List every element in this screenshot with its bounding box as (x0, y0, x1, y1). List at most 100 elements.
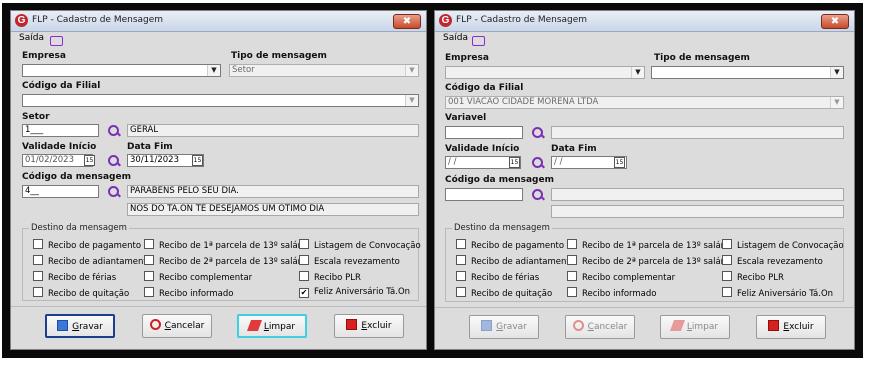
codigo-mensagem-input[interactable] (445, 188, 523, 201)
menu-saida[interactable]: Saída (443, 33, 468, 43)
checkbox-recibo-plr[interactable]: Recibo PLR (722, 271, 784, 283)
checkbox-recibo-adiantamento[interactable]: Recibo de adiantamento (456, 255, 575, 267)
checkbox-box[interactable] (722, 287, 732, 297)
chevron-down-icon[interactable]: ▼ (830, 67, 843, 78)
checkbox-box[interactable] (33, 287, 43, 297)
checkbox-recibo-2a-parcela[interactable]: Recibo de 2ª parcela de 13º salário (567, 255, 732, 267)
checkbox-recibo-quitacao[interactable]: Recibo de quitação (33, 287, 129, 299)
chevron-down-icon[interactable]: ▼ (830, 97, 843, 108)
mensagem-line-2[interactable] (551, 205, 844, 218)
chevron-down-icon[interactable]: ▼ (631, 67, 644, 78)
data-fim-label: Data Fim (551, 144, 597, 154)
checkbox-box[interactable] (456, 271, 466, 281)
setor-code-input[interactable]: 1___ (22, 124, 99, 137)
chevron-down-icon[interactable]: ▼ (405, 95, 418, 106)
checkbox-recibo-ferias[interactable]: Recibo de férias (33, 271, 116, 283)
close-button[interactable]: ✖ (393, 14, 421, 29)
checkbox-box[interactable] (299, 255, 309, 265)
tipo-mensagem-select[interactable]: Setor ▼ (229, 64, 419, 77)
checkmark-icon[interactable]: ✔ (299, 288, 309, 298)
app-logo-icon: G (15, 14, 28, 27)
menu-saida[interactable]: Saída (19, 33, 44, 43)
checkbox-box[interactable] (144, 239, 154, 249)
exit-icon[interactable] (472, 36, 485, 46)
checkbox-recibo-pagamento[interactable]: Recibo de pagamento (33, 239, 141, 251)
search-icon[interactable] (532, 189, 545, 201)
checkbox-box[interactable] (144, 287, 154, 297)
cancelar-button[interactable]: Cancelar (565, 315, 635, 339)
search-icon[interactable] (108, 186, 121, 198)
checkbox-box[interactable] (144, 255, 154, 265)
cancelar-button[interactable]: Cancelar (142, 314, 212, 338)
checkbox-recibo-ferias[interactable]: Recibo de férias (456, 271, 539, 283)
variavel-input[interactable] (445, 126, 523, 139)
checkbox-box[interactable] (567, 287, 577, 297)
trash-icon (346, 319, 358, 330)
checkbox-box[interactable] (567, 271, 577, 281)
checkbox-recibo-complementar[interactable]: Recibo complementar (567, 271, 675, 283)
checkbox-box[interactable] (33, 255, 43, 265)
calendar-icon[interactable]: 15 (192, 155, 203, 166)
checkbox-escala-revezamento[interactable]: Escala revezamento (722, 255, 823, 267)
search-icon[interactable] (108, 155, 121, 167)
checkbox-box[interactable] (299, 271, 309, 281)
checkbox-box[interactable] (33, 271, 43, 281)
search-icon[interactable] (108, 125, 121, 137)
limpar-button[interactable]: Limpar (237, 314, 307, 338)
checkbox-feliz-aniversario[interactable]: ✔ Feliz Aniversário Tá.On (299, 287, 410, 298)
gravar-button[interactable]: Gravar (469, 315, 539, 339)
checkbox-box[interactable] (722, 239, 732, 249)
checkbox-recibo-informado[interactable]: Recibo informado (144, 287, 233, 299)
validade-inicio-input[interactable]: 01/02/2023 (22, 154, 93, 167)
limpar-button[interactable]: Limpar (660, 315, 730, 339)
checkbox-box[interactable] (567, 239, 577, 249)
checkbox-listagem-convocacao[interactable]: Listagem de Convocação (722, 239, 844, 251)
checkbox-box[interactable] (456, 255, 466, 265)
checkbox-label: Recibo PLR (737, 273, 784, 283)
checkbox-label: Recibo de 2ª parcela de 13º salário (582, 257, 732, 267)
search-icon[interactable] (532, 127, 545, 139)
checkbox-recibo-plr[interactable]: Recibo PLR (299, 271, 361, 283)
exit-icon[interactable] (50, 36, 63, 46)
checkbox-box[interactable] (456, 239, 466, 249)
codigo-mensagem-input[interactable]: 4__ (22, 185, 99, 198)
tipo-mensagem-select[interactable]: ▼ (651, 66, 844, 79)
checkbox-box[interactable] (722, 255, 732, 265)
checkbox-recibo-quitacao[interactable]: Recibo de quitação (456, 287, 552, 299)
checkbox-box[interactable] (299, 239, 309, 249)
close-button[interactable]: ✖ (821, 14, 849, 29)
checkbox-box[interactable] (144, 271, 154, 281)
calendar-icon[interactable]: 15 (614, 157, 625, 168)
checkbox-listagem-convocacao[interactable]: Listagem de Convocação (299, 239, 421, 251)
mensagem-line-1[interactable] (551, 188, 844, 201)
empresa-select[interactable]: ▼ (22, 64, 221, 77)
checkbox-recibo-informado[interactable]: Recibo informado (567, 287, 656, 299)
checkbox-box[interactable] (722, 271, 732, 281)
excluir-button[interactable]: Excluir (334, 314, 404, 338)
checkbox-recibo-1a-parcela[interactable]: Recibo de 1ª parcela de 13º salário (567, 239, 732, 251)
checkbox-recibo-1a-parcela[interactable]: Recibo de 1ª parcela de 13º salário (144, 239, 309, 251)
destino-group: Destino da mensagem Recibo de pagamento … (445, 223, 844, 302)
checkbox-box[interactable] (33, 239, 43, 249)
filial-select[interactable]: 001 VIACAO CIDADE MORENA LTDA ▼ (445, 96, 844, 109)
checkbox-box[interactable] (567, 255, 577, 265)
checkbox-recibo-complementar[interactable]: Recibo complementar (144, 271, 252, 283)
checkbox-escala-revezamento[interactable]: Escala revezamento (299, 255, 400, 267)
checkbox-recibo-2a-parcela[interactable]: Recibo de 2ª parcela de 13º salário (144, 255, 309, 267)
checkbox-box[interactable] (456, 287, 466, 297)
chevron-down-icon[interactable]: ▼ (207, 65, 220, 76)
checkbox-recibo-adiantamento[interactable]: Recibo de adiantamento (33, 255, 152, 267)
button-bar (435, 307, 854, 309)
empresa-select[interactable]: ▼ (445, 66, 645, 79)
calendar-icon[interactable]: 15 (84, 155, 95, 166)
checkbox-feliz-aniversario[interactable]: Feliz Aniversário Tá.On (722, 287, 833, 299)
calendar-icon[interactable]: 15 (509, 157, 520, 168)
gravar-button[interactable]: Gravar (45, 314, 115, 338)
chevron-down-icon[interactable]: ▼ (405, 65, 418, 76)
search-icon[interactable] (532, 157, 545, 169)
mensagem-line-2[interactable]: NÓS DO TÁ.ON TE DESEJAMOS UM OTIMO DIA (127, 203, 419, 216)
filial-select[interactable]: ▼ (22, 94, 419, 107)
excluir-button[interactable]: Excluir (756, 315, 826, 339)
mensagem-line-1[interactable]: PARABÉNS PELO SEU DIA. (127, 185, 419, 198)
checkbox-recibo-pagamento[interactable]: Recibo de pagamento (456, 239, 564, 251)
